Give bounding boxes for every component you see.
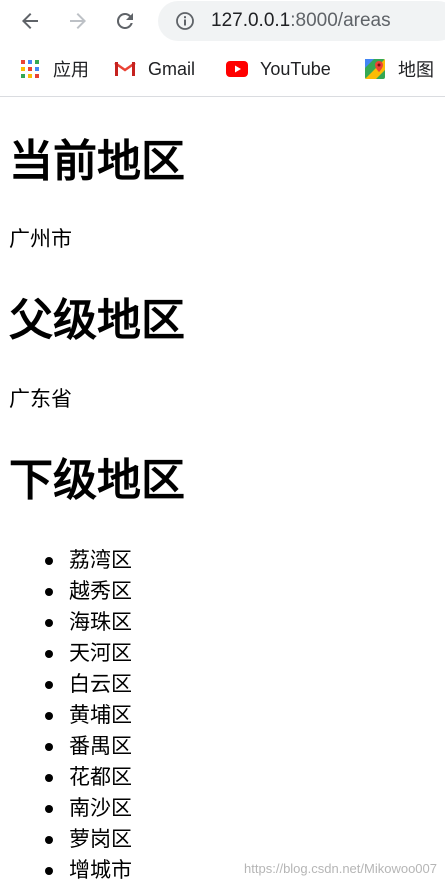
- url-path: :8000/areas: [290, 10, 391, 31]
- browser-chrome: 127.0.0.1:8000/areas 应用 Gmail YouTube 地图: [0, 0, 445, 97]
- sub-areas-list: 荔湾区 越秀区 海珠区 天河区 白云区 黄埔区 番禺区 花都区 南沙区 萝岗区 …: [9, 545, 132, 886]
- bookmark-apps-label: 应用: [53, 60, 89, 80]
- forward-button[interactable]: [63, 6, 93, 36]
- bookmark-maps-label: 地图: [398, 60, 434, 80]
- list-item: 南沙区: [9, 793, 132, 824]
- info-icon[interactable]: [175, 11, 195, 31]
- list-item: 番禺区: [9, 731, 132, 762]
- url-host: 127.0.0.1: [211, 10, 291, 31]
- reload-icon: [116, 12, 133, 29]
- list-item: 天河区: [9, 638, 132, 669]
- current-area-heading: 当前地区: [9, 136, 185, 187]
- url-text[interactable]: 127.0.0.1:8000/areas: [211, 10, 391, 32]
- arrow-right-icon: [70, 13, 86, 29]
- address-bar[interactable]: 127.0.0.1:8000/areas: [158, 1, 445, 41]
- list-item: 荔湾区: [9, 545, 132, 576]
- bookmark-maps[interactable]: 地图: [364, 56, 434, 82]
- bookmark-youtube-label: YouTube: [260, 58, 331, 79]
- bookmark-gmail-label: Gmail: [148, 58, 196, 79]
- parent-area-heading: 父级地区: [9, 295, 185, 346]
- parent-area-value: 广东省: [9, 387, 72, 411]
- list-item: 海珠区: [9, 607, 132, 638]
- bookmark-apps[interactable]: 应用: [19, 56, 89, 82]
- gmail-icon: [114, 58, 136, 80]
- list-item: 花都区: [9, 762, 132, 793]
- bookmarks-bar: 应用 Gmail YouTube 地图: [0, 48, 445, 90]
- back-button[interactable]: [15, 6, 45, 36]
- watermark-text: https://blog.csdn.net/Mikowoo007: [244, 861, 437, 876]
- bookmark-youtube[interactable]: YouTube: [226, 56, 331, 82]
- current-area-value: 广州市: [9, 227, 72, 251]
- list-item: 萝岗区: [9, 824, 132, 855]
- list-item: 白云区: [9, 669, 132, 700]
- bookmark-gmail[interactable]: Gmail: [114, 56, 195, 82]
- maps-icon: [364, 58, 386, 80]
- list-item: 增城市: [9, 855, 132, 886]
- list-item: 越秀区: [9, 576, 132, 607]
- youtube-icon: [226, 58, 248, 80]
- arrow-left-icon: [22, 13, 38, 29]
- apps-grid-icon: [19, 58, 41, 80]
- navigation-bar: 127.0.0.1:8000/areas: [0, 0, 445, 42]
- sub-areas-heading: 下级地区: [9, 455, 185, 506]
- list-item: 黄埔区: [9, 700, 132, 731]
- reload-button[interactable]: [110, 6, 140, 36]
